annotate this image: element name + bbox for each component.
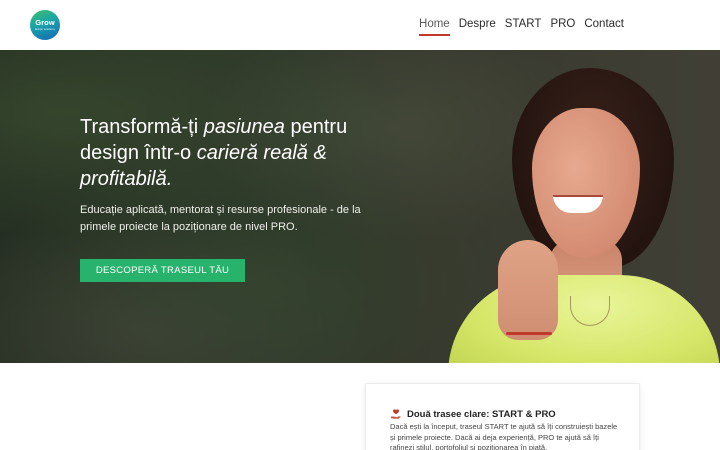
photo-hand xyxy=(498,240,558,340)
tracks-card: Două trasee clare: START & PRO Dacă ești… xyxy=(365,383,640,450)
site-header: Grow design academy Home Despre START PR… xyxy=(0,0,720,50)
hero-title-part: Transformă-ți xyxy=(80,116,204,138)
discover-path-button[interactable]: DESCOPERĂ TRASEUL TĂU xyxy=(80,259,245,282)
nav-despre[interactable]: Despre xyxy=(459,18,496,30)
nav-contact[interactable]: Contact xyxy=(584,18,624,30)
main-nav: Home Despre START PRO Contact xyxy=(419,18,624,36)
logo-word: Grow xyxy=(35,18,55,28)
card-title: Două trasee clare: START & PRO xyxy=(407,408,556,420)
hero-title: Transformă-ți pasiunea pentru design înt… xyxy=(80,114,400,192)
logo-subtitle: design academy xyxy=(34,27,56,31)
hand-heart-icon xyxy=(391,409,401,419)
card-text: Dacă ești la început, traseul START te a… xyxy=(390,422,618,450)
hero-section: Transformă-ți pasiunea pentru design înt… xyxy=(0,50,720,363)
nav-start[interactable]: START xyxy=(505,18,542,30)
grow-logo[interactable]: Grow design academy xyxy=(30,10,60,40)
card-header: Două trasee clare: START & PRO xyxy=(390,408,556,420)
nav-home[interactable]: Home xyxy=(419,18,450,36)
photo-bracelet xyxy=(506,332,552,335)
hero-subtitle: Educație aplicată, mentorat și resurse p… xyxy=(80,204,361,233)
hero-title-emphasis: pasiunea xyxy=(203,116,285,138)
hero-photo-woman xyxy=(420,50,720,363)
nav-pro[interactable]: PRO xyxy=(550,18,575,30)
